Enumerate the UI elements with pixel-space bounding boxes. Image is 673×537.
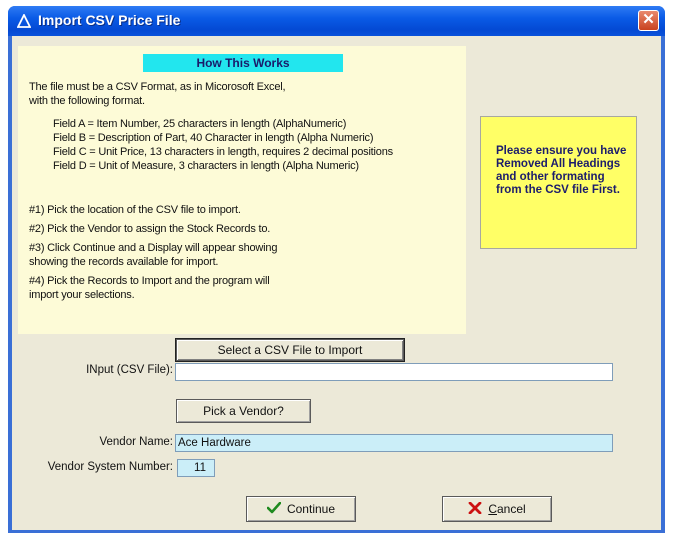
field-d-text: Field D = Unit of Measure, 3 characters … [53,160,359,172]
intro-line-1: The file must be a CSV Format, as in Mic… [29,81,286,93]
title-bar[interactable]: Import CSV Price File ✕ [8,6,665,36]
select-csv-file-button[interactable]: Select a CSV File to Import [176,339,404,361]
dialog-body: How This Works The file must be a CSV Fo… [12,36,661,530]
intro-line-2: with the following format. [29,95,145,107]
close-button[interactable]: ✕ [638,10,659,31]
cancel-label-accelerator: C [488,502,497,516]
step-4-text-line-2: import your selections. [29,289,135,301]
vendor-name-field[interactable]: Ace Hardware [175,434,613,452]
continue-label: Continue [286,502,336,516]
close-icon: ✕ [642,11,655,28]
csv-file-path-input[interactable] [175,363,613,381]
vendor-system-number-field[interactable]: 11 [177,459,215,477]
step-3-text-line-2: showing the records available for import… [29,256,219,268]
vendor-name-label: Vendor Name: [99,436,173,448]
continue-button[interactable]: Continue [246,496,356,522]
cancel-label: ancel [496,502,526,516]
warning-triangle-icon [17,14,31,28]
instructions-panel: How This Works The file must be a CSV Fo… [18,46,466,334]
warning-text: Please ensure you have Removed All Headi… [496,145,627,196]
pick-vendor-button[interactable]: Pick a Vendor? [176,399,311,423]
field-b-text: Field B = Description of Part, 40 Charac… [53,132,374,144]
step-2-text: #2) Pick the Vendor to assign the Stock … [29,223,271,235]
check-icon [266,502,281,514]
dialog-window: Import CSV Price File ✕ How This Works T… [8,6,665,533]
field-a-text: Field A = Item Number, 25 characters in … [53,118,347,130]
step-3-text-line-1: #3) Click Continue and a Display will ap… [29,242,278,254]
cancel-button[interactable]: Cancel [442,496,552,522]
input-csv-file-label: INput (CSV File): [86,364,173,376]
vendor-system-number-label: Vendor System Number: [47,461,173,473]
window-title: Import CSV Price File [38,12,181,28]
warning-box: Please ensure you have Removed All Headi… [480,116,637,249]
step-1-text: #1) Pick the location of the CSV file to… [29,204,241,216]
step-4-text-line-1: #4) Pick the Records to Import and the p… [29,275,270,287]
red-x-icon [468,502,482,514]
how-this-works-header: How This Works [143,54,343,72]
field-c-text: Field C = Unit Price, 13 characters in l… [53,146,393,158]
